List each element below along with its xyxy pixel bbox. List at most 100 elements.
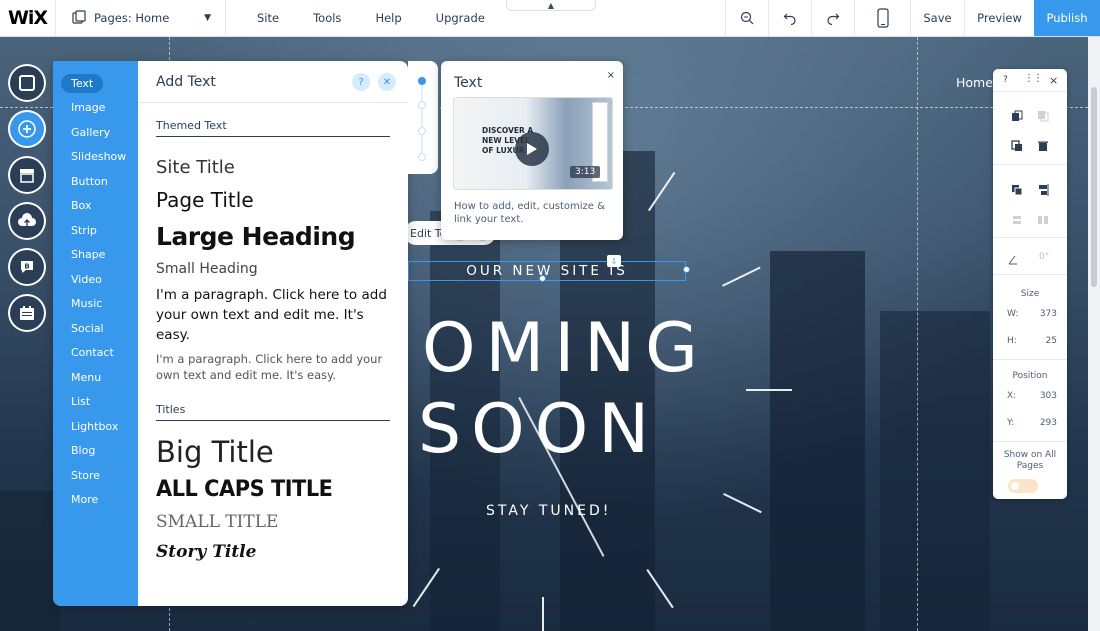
category-contact[interactable]: Contact: [53, 341, 138, 366]
inspector-row-distribute: [993, 211, 1067, 230]
distribute-icon[interactable]: [1011, 211, 1023, 230]
height-field[interactable]: H: 25: [1007, 336, 1057, 346]
preset-big-title[interactable]: Big Title: [156, 435, 390, 469]
x-field[interactable]: X: 303: [1007, 391, 1057, 401]
drag-handle-icon[interactable]: ⋮⋮: [1024, 73, 1043, 84]
add-panel-title: Add Text: [156, 73, 216, 90]
category-blog[interactable]: Blog: [53, 439, 138, 464]
category-strip[interactable]: Strip: [53, 218, 138, 243]
redo-icon[interactable]: [811, 0, 854, 36]
x-value[interactable]: 303: [1040, 391, 1057, 401]
category-social[interactable]: Social: [53, 316, 138, 341]
menu-help[interactable]: Help: [358, 11, 418, 25]
preset-paragraph-small[interactable]: I'm a paragraph. Click here to add your …: [156, 351, 390, 383]
category-shape[interactable]: Shape: [53, 243, 138, 268]
resize-handle[interactable]: [683, 266, 690, 273]
zoom-icon[interactable]: [725, 0, 768, 36]
preset-small-heading[interactable]: Small Heading: [156, 261, 390, 277]
preset-page-title[interactable]: Page Title: [156, 188, 390, 212]
category-store[interactable]: Store: [53, 463, 138, 488]
rotate-icon[interactable]: [1007, 251, 1019, 270]
top-menu: Site Tools Help Upgrade: [240, 0, 502, 36]
app-market-button[interactable]: [8, 156, 46, 194]
preset-small-title[interactable]: SMALL TITLE: [156, 512, 390, 532]
category-list[interactable]: List: [53, 390, 138, 415]
stay-tuned-text[interactable]: STAY TUNED!: [486, 503, 611, 519]
preset-all-caps-title[interactable]: ALL CAPS TITLE: [156, 477, 378, 502]
menu-tools[interactable]: Tools: [296, 11, 358, 25]
chevron-down-icon: ▼: [204, 13, 211, 23]
menu-site[interactable]: Site: [240, 11, 296, 25]
trash-icon[interactable]: [1037, 137, 1049, 156]
category-video[interactable]: Video: [53, 267, 138, 292]
show-on-all-pages-toggle[interactable]: [1008, 479, 1038, 493]
selected-text-element[interactable]: OUR NEW SITE IS: [408, 261, 686, 281]
preview-button[interactable]: Preview: [964, 0, 1034, 36]
publish-button[interactable]: Publish: [1034, 0, 1100, 36]
category-music[interactable]: Music: [53, 292, 138, 317]
width-field[interactable]: W: 373: [1007, 309, 1057, 319]
category-image[interactable]: Image: [53, 96, 138, 121]
inspector-panel: ? ⋮⋮ × 0° Size W: 373 H: 25 Position X: 303…: [993, 69, 1067, 499]
y-value[interactable]: 293: [1040, 418, 1057, 428]
undo-icon[interactable]: [768, 0, 811, 36]
pages-dropdown[interactable]: Pages: Home ▼: [56, 0, 226, 36]
video-thumbnail[interactable]: DISCOVER A NEW LEVEL OF LUXUR 3:13: [453, 97, 613, 190]
category-slideshow[interactable]: Slideshow: [53, 145, 138, 170]
height-value[interactable]: 25: [1046, 336, 1057, 346]
inspector-help-icon[interactable]: ?: [1003, 75, 1008, 85]
category-text[interactable]: Text: [53, 71, 138, 96]
width-label: W:: [1007, 309, 1019, 319]
svg-text:B: B: [24, 263, 29, 271]
play-icon[interactable]: [515, 132, 549, 166]
plus-icon: [18, 120, 36, 138]
save-button[interactable]: Save: [910, 0, 964, 36]
copy-icon[interactable]: [1011, 107, 1023, 126]
close-icon[interactable]: ✕: [378, 73, 396, 91]
blog-button[interactable]: B: [8, 248, 46, 286]
menu-upgrade[interactable]: Upgrade: [419, 11, 502, 25]
bring-forward-icon[interactable]: [1011, 181, 1023, 200]
align-icon[interactable]: [1037, 181, 1049, 200]
show-on-all-pages-label: Show on All Pages: [1003, 450, 1057, 471]
category-menu[interactable]: Menu: [53, 365, 138, 390]
y-field[interactable]: Y: 293: [1007, 418, 1057, 428]
headline-coming[interactable]: OMING: [422, 309, 708, 388]
category-gallery[interactable]: Gallery: [53, 120, 138, 145]
site-menu-home[interactable]: Home: [956, 75, 993, 90]
scroll-thumb[interactable]: [1091, 87, 1097, 287]
section-titles: Titles: [156, 403, 390, 421]
inspector-row-copy: [993, 107, 1067, 126]
inspector-close-icon[interactable]: ×: [1049, 74, 1058, 87]
category-box[interactable]: Box: [53, 194, 138, 219]
rotation-value[interactable]: 0°: [1039, 252, 1049, 262]
headline-soon[interactable]: SOON: [418, 390, 659, 469]
mobile-view-icon[interactable]: [854, 0, 910, 36]
help-icon[interactable]: ?: [352, 73, 370, 91]
video-popup-title: Text: [454, 75, 483, 91]
add-button[interactable]: [8, 110, 46, 148]
wix-logo: WiX: [0, 0, 56, 36]
category-more[interactable]: More: [53, 488, 138, 513]
preset-story-title[interactable]: Story Title: [156, 542, 390, 562]
menus-pages-button[interactable]: [8, 64, 46, 102]
inspector-divider: [993, 274, 1067, 275]
preset-paragraph-large[interactable]: I'm a paragraph. Click here to add your …: [156, 285, 390, 345]
preset-large-heading[interactable]: Large Heading: [156, 222, 390, 251]
anchor-icon[interactable]: ⇩: [607, 255, 621, 267]
category-button[interactable]: Button: [53, 169, 138, 194]
collapse-topbar-tab[interactable]: ▲: [506, 0, 596, 11]
match-size-icon[interactable]: [1037, 211, 1049, 230]
close-icon[interactable]: ×: [607, 70, 615, 81]
category-lightbox[interactable]: Lightbox: [53, 414, 138, 439]
width-value[interactable]: 373: [1040, 309, 1057, 319]
duplicate-icon[interactable]: [1011, 137, 1023, 156]
topbar-actions: Save Preview Publish: [725, 0, 1100, 36]
preset-site-title[interactable]: Site Title: [156, 157, 390, 178]
canvas-scrollbar[interactable]: [1088, 37, 1100, 631]
paste-icon[interactable]: [1037, 107, 1049, 126]
bookings-button[interactable]: [8, 294, 46, 332]
pages-dropdown-label: Pages: Home: [94, 11, 170, 25]
upload-button[interactable]: [8, 202, 46, 240]
resize-handle[interactable]: [539, 275, 546, 282]
